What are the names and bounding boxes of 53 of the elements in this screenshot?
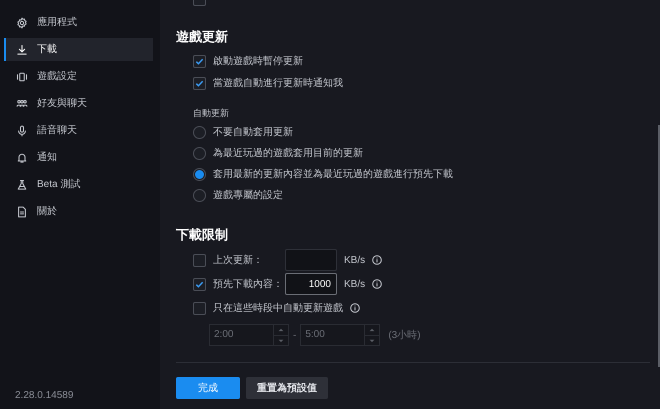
checkbox[interactable] [193,278,206,290]
controller-icon [16,70,28,82]
gear-icon [16,16,28,28]
checkbox-label: 只在這些時段中自動更新遊戲 [213,302,343,314]
document-icon [16,206,28,218]
section-heading: 遊戲更新 [176,28,229,46]
down-arrow-icon[interactable] [274,334,288,345]
info-icon[interactable] [372,279,382,289]
reset-button[interactable]: 重置為預設值 [246,377,328,399]
duration-label: (3小時) [388,328,421,342]
checkbox[interactable] [193,302,206,314]
info-icon[interactable] [350,303,360,313]
checkbox-label: 當遊戲自動進行更新時通知我 [213,77,343,90]
radio-label: 不要自動套用更新 [213,126,293,139]
radio-button[interactable] [193,126,206,139]
unit-label: KB/s [344,254,366,266]
people-icon [16,98,28,110]
microphone-icon [16,124,28,136]
sidebar-item[interactable]: 通知 [4,146,153,169]
sidebar-item[interactable]: 應用程式 [4,11,153,34]
checkbox[interactable] [193,77,206,90]
checkbox-label: 預先下載內容： [213,278,278,290]
rate-input[interactable] [285,249,337,271]
group-label: 自動更新 [192,107,230,119]
radio-label: 為最近玩過的遊戲套用目前的更新 [213,147,363,160]
radio-button[interactable] [193,168,206,181]
radio-button[interactable] [193,147,206,160]
down-arrow-icon[interactable] [365,334,380,345]
sidebar-item[interactable]: 下載 [4,38,153,61]
sidebar-item[interactable]: 遊戲設定 [4,65,153,88]
unit-label: KB/s [344,278,366,290]
radio-label: 遊戲專屬的設定 [213,189,283,202]
radio-label: 套用最新的更新內容並為最近玩過的遊戲進行預先下載 [213,168,453,181]
bell-icon [16,152,28,164]
sidebar-item[interactable]: 好友與聊天 [4,92,153,115]
flask-icon [16,178,28,190]
time-spinner[interactable]: 2:00 [209,324,289,346]
rate-input[interactable]: 1000 [285,273,337,295]
time-spinner[interactable]: 5:00 [300,324,380,346]
checkbox[interactable] [193,55,206,68]
checkbox-label: 上次更新： [213,254,264,266]
section-heading: 下載限制 [176,226,229,244]
radio-button[interactable] [193,189,206,202]
separator: - [293,328,296,342]
sidebar-item[interactable]: 關於 [4,200,153,223]
scrollbar[interactable] [658,125,660,367]
sidebar-item[interactable]: 語音聊天 [4,119,153,142]
checkbox-label: 啟動遊戲時暫停更新 [213,55,303,68]
download-icon [16,44,28,56]
info-icon[interactable] [372,255,382,265]
version-label: 2.28.0.14589 [14,389,74,403]
sidebar-item[interactable]: Beta 測試 [4,173,153,196]
checkbox[interactable] [193,254,206,266]
